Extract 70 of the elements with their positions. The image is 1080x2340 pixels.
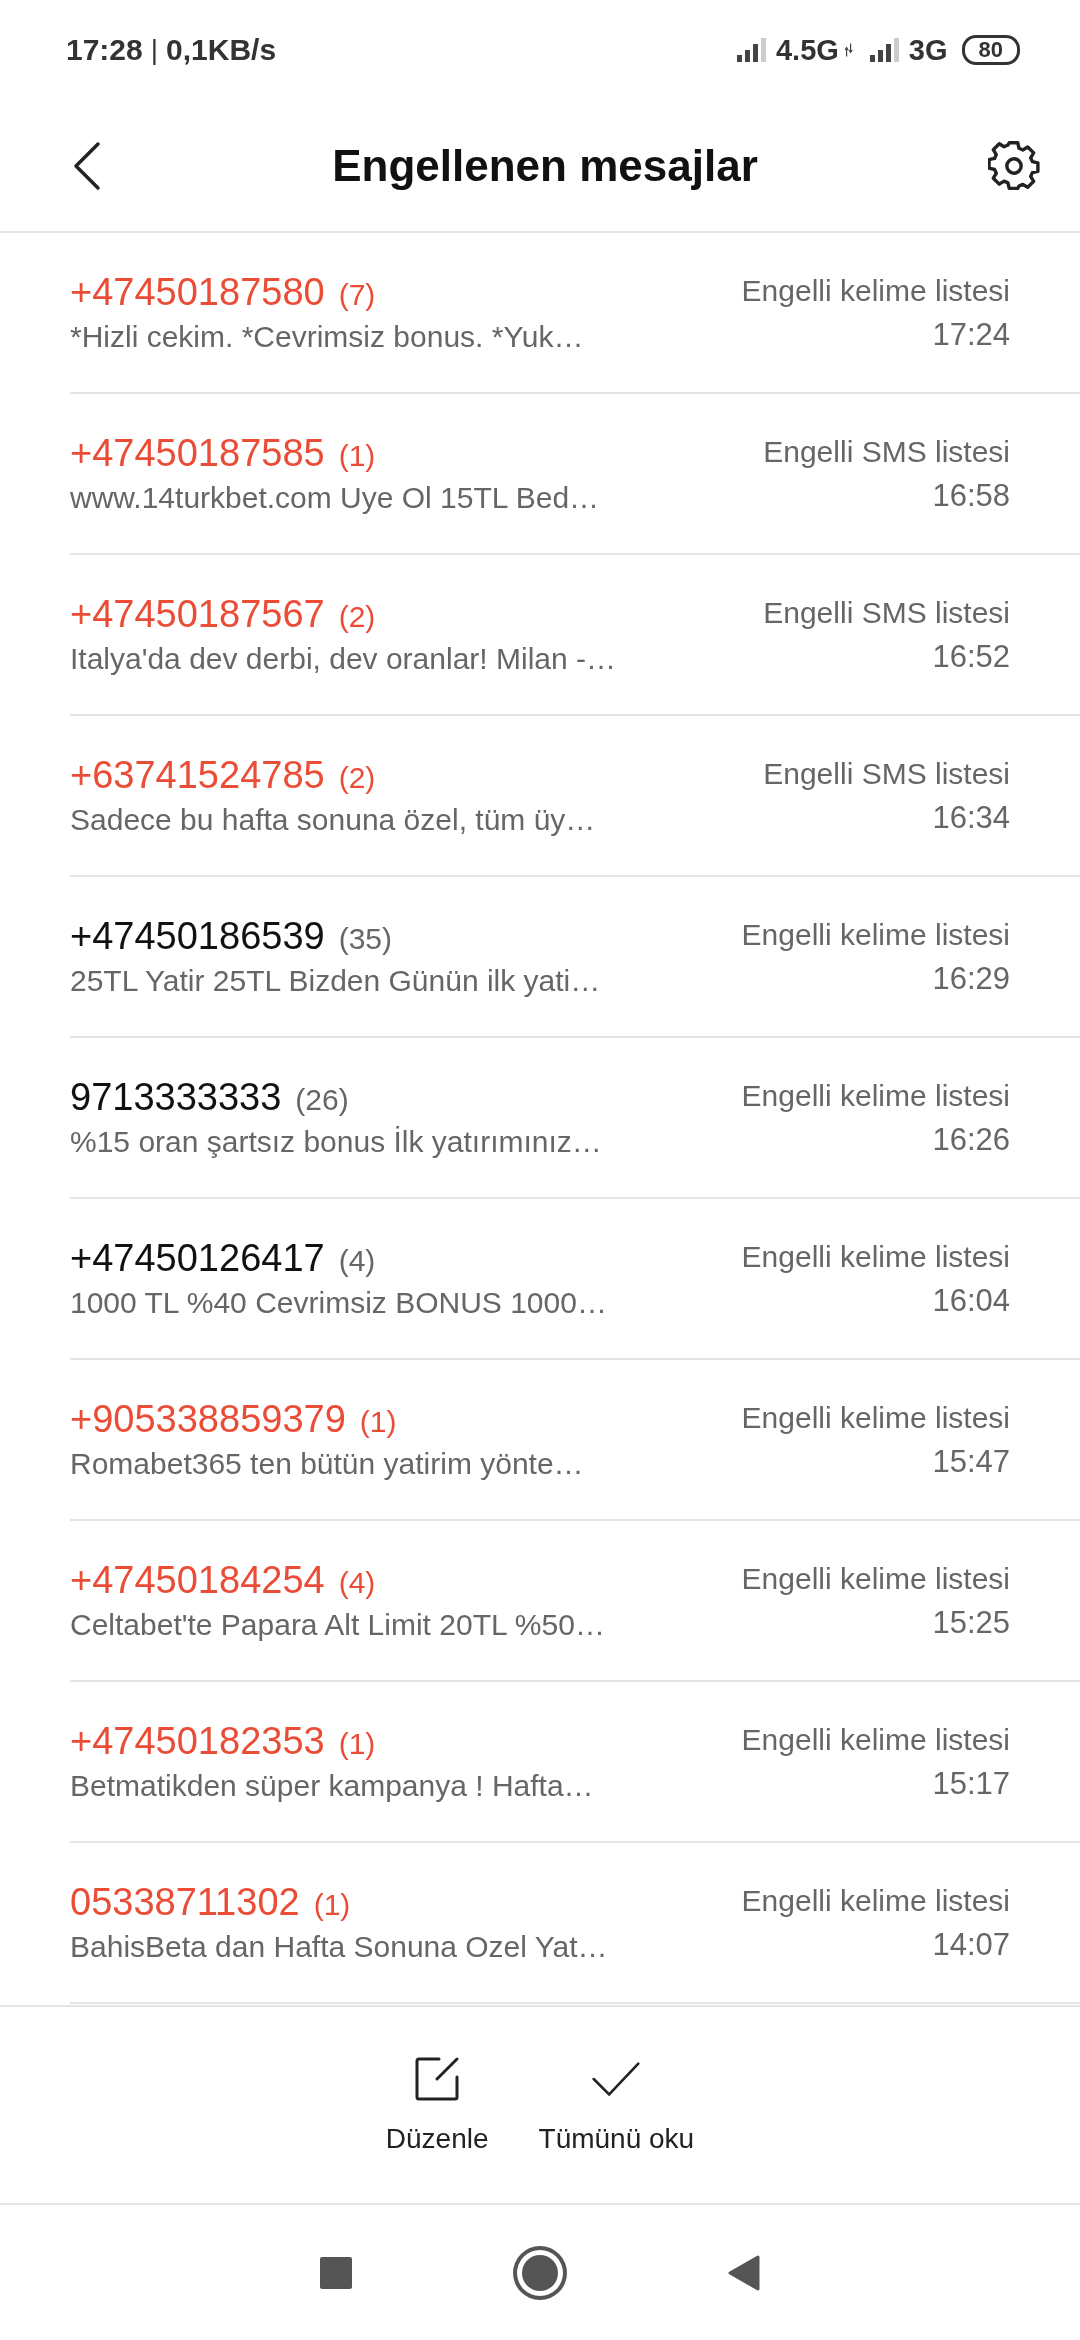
message-preview: Celtabet'te Papara Alt Limit 20TL %50… <box>70 1608 605 1642</box>
message-preview: Betmatikden süper kampanya ! Hafta… <box>70 1769 594 1803</box>
battery-indicator: 80 <box>961 35 1020 65</box>
sender-number[interactable]: +47450182353 <box>70 1720 325 1763</box>
message-preview: www.14turkbet.com Uye Ol 15TL Bed… <box>70 481 600 515</box>
message-time: 15:17 <box>932 1764 1010 1803</box>
message-count: (4) <box>338 1244 376 1278</box>
block-list-label: Engelli SMS listesi <box>763 594 1010 631</box>
message-preview: Italya'da dev derbi, dev oranlar! Milan -… <box>70 642 616 676</box>
block-list-label: Engelli kelime listesi <box>741 1882 1010 1919</box>
message-count: (4) <box>338 1566 376 1600</box>
message-count: (35) <box>338 922 393 956</box>
message-preview: *Hizli cekim. *Cevrimsiz bonus. *Yuk… <box>70 320 584 354</box>
status-separator: | <box>150 34 158 66</box>
message-time: 16:34 <box>932 798 1010 837</box>
block-list-label: Engelli kelime listesi <box>741 1721 1010 1758</box>
message-preview: 1000 TL %40 Cevrimsiz BONUS 1000… <box>70 1286 607 1320</box>
sender-number[interactable]: +47450186539 <box>70 915 325 958</box>
message-time: 15:47 <box>932 1442 1010 1481</box>
message-time: 16:52 <box>932 637 1010 676</box>
message-count: (2) <box>338 761 376 795</box>
page-title: Engellenen mesajlar <box>332 140 758 191</box>
sender-number[interactable]: 05338711302 <box>70 1881 300 1924</box>
sender-number[interactable]: +47450187585 <box>70 432 325 475</box>
message-preview: Sadece bu hafta sonuna özel, tüm üy… <box>70 803 596 837</box>
sender-number[interactable]: +63741524785 <box>70 754 325 797</box>
block-list-label: Engelli SMS listesi <box>763 755 1010 792</box>
message-count: (2) <box>338 600 376 634</box>
status-time: 17:28 <box>66 33 143 67</box>
edit-icon <box>413 2055 462 2103</box>
message-preview: BahisBeta dan Hafta Sonuna Ozel Yat… <box>70 1930 608 1964</box>
block-list-label: Engelli SMS listesi <box>763 433 1010 470</box>
sender-number[interactable]: +47450126417 <box>70 1237 325 1280</box>
data-arrows-icon <box>844 43 853 57</box>
message-count: (7) <box>338 278 376 312</box>
message-time: 16:26 <box>932 1120 1010 1159</box>
block-list-label: Engelli kelime listesi <box>741 1077 1010 1114</box>
recent-apps-button[interactable] <box>320 2256 352 2289</box>
settings-icon[interactable] <box>988 139 1040 192</box>
block-list-label: Engelli kelime listesi <box>741 1238 1010 1275</box>
sender-number[interactable]: +905338859379 <box>70 1398 346 1441</box>
block-list-label: Engelli kelime listesi <box>741 1399 1010 1436</box>
message-time: 16:29 <box>932 959 1010 998</box>
action-button[interactable]: Tümünü oku <box>538 2055 695 2155</box>
message-time: 15:25 <box>932 1603 1010 1642</box>
back-icon[interactable] <box>72 140 102 191</box>
message-preview: 25TL Yatir 25TL Bizden Günün ilk yati… <box>70 964 601 998</box>
block-list-label: Engelli kelime listesi <box>741 916 1010 953</box>
message-time: 16:04 <box>932 1281 1010 1320</box>
message-time: 17:24 <box>932 315 1010 354</box>
sender-number[interactable]: +47450187567 <box>70 593 325 636</box>
network-type: 3G <box>908 33 948 67</box>
back-button[interactable] <box>728 2254 760 2291</box>
message-count: (1) <box>313 1888 351 1922</box>
message-count: (1) <box>338 1727 376 1761</box>
message-preview: Romabet365 ten bütün yatirim yönte… <box>70 1447 584 1481</box>
network-speed: 0,1KB/s <box>166 33 277 67</box>
message-count: (26) <box>295 1083 349 1117</box>
message-count: (1) <box>359 1405 397 1439</box>
sender-number[interactable]: +47450184254 <box>70 1559 325 1602</box>
sender-number[interactable]: +47450187580 <box>70 271 325 314</box>
message-time: 16:58 <box>932 476 1010 515</box>
message-preview: %15 oran şartsız bonus İlk yatırımınız… <box>70 1125 602 1159</box>
block-list-label: Engelli kelime listesi <box>741 272 1010 309</box>
message-count: (1) <box>338 439 376 473</box>
message-time: 14:07 <box>932 1925 1010 1964</box>
sender-number[interactable]: 9713333333 <box>70 1076 282 1119</box>
network-type: 4.5G <box>775 33 839 67</box>
action-button[interactable]: Düzenle <box>385 2055 489 2155</box>
block-list-label: Engelli kelime listesi <box>741 1560 1010 1597</box>
